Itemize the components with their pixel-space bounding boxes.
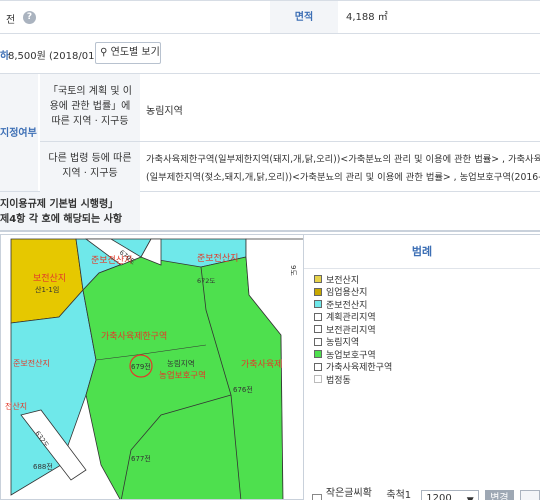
- label-nongrim: 농림지역: [167, 358, 195, 368]
- legend-item: 보전관리지역: [314, 323, 392, 336]
- label-livestock-right: 가축사육제: [241, 359, 282, 370]
- area-label: 면적: [270, 1, 338, 33]
- regulation-label-line1: 지이용규제 기본법 시행령」: [0, 199, 119, 210]
- legend-item: 농림지역: [314, 336, 392, 348]
- label-agri-zone: 농업보호구역: [159, 370, 206, 381]
- other-law-line1: 가축사육제한구역(일부제한지역(돼지,개,닭,오리))<가축분뇨의 관리 및 이…: [146, 154, 540, 165]
- map-controls: 작은글씨확대 축척1 / 1200 ▼ 변경: [312, 484, 540, 500]
- legend-item: 농업보호구역: [314, 348, 392, 361]
- legend-swatch: [314, 362, 322, 371]
- legend-swatch: [314, 287, 322, 296]
- year-view-label: 연도별 보기: [110, 47, 160, 58]
- national-law-label: 「국토의 계획 및 이용에 관한 법률」에 따른 지역 · 지구등: [48, 86, 132, 127]
- other-law-line2: (일부제한지역(젖소,돼지,개,닭,오리))<가축분뇨의 관리 및 이용에 관한…: [146, 172, 540, 183]
- land-price-value: 8,500원 (2018/01): [8, 51, 99, 62]
- search-icon: ⚲: [100, 47, 108, 58]
- zoning-row: 지정여부 「국토의 계획 및 이용에 관한 법률」에 따른 지역 · 지구등 농…: [0, 74, 540, 192]
- label-road2: 672도: [197, 277, 215, 285]
- legend-swatch: [314, 325, 322, 334]
- label-junbojeon-left: 준보전산지: [13, 358, 50, 368]
- label-parcel-688: 688전: [33, 462, 53, 471]
- year-view-button[interactable]: ⚲ 연도별 보기: [95, 42, 161, 64]
- legend-item: 계획관리지역: [314, 311, 392, 323]
- legend-panel: 범례 보전산지 임업용산지 준보전산지 계획관리지역 보전관리지역 농림지역 농…: [304, 234, 540, 500]
- label-parcel-676: 676전: [233, 385, 253, 394]
- label-bojeon: 보전산지: [33, 273, 66, 284]
- label-parcel-main: 679전: [131, 362, 151, 371]
- legend-title: 범례: [304, 235, 540, 269]
- zoning-side-label: 지정여부: [0, 128, 37, 139]
- more-button[interactable]: [520, 490, 540, 500]
- scale-value: 1200: [426, 493, 452, 500]
- legend-swatch: [314, 300, 322, 309]
- small-text-label: 작은글씨확대: [325, 488, 372, 499]
- label-road1: 9도: [289, 265, 297, 276]
- legend-item: 임업용산지: [314, 286, 392, 298]
- legend-swatch: [314, 312, 322, 321]
- legend-list: 보전산지 임업용산지 준보전산지 계획관리지역 보전관리지역 농림지역 농업보호…: [314, 273, 392, 386]
- land-use-map[interactable]: 보전산지 산1-1임 준보전산지 준보전산지 준보전산지 가축사육제한구역 가축…: [0, 234, 304, 500]
- national-law-label-cell: 「국토의 계획 및 이용에 관한 법률」에 따른 지역 · 지구등: [40, 74, 140, 142]
- label-jeonsan: 전산지: [5, 401, 27, 411]
- scale-change-button[interactable]: 변경: [484, 490, 515, 500]
- other-law-label-cell: 다른 법령 등에 따른 지역 · 지구등: [40, 142, 140, 192]
- other-law-label: 다른 법령 등에 따른 지역 · 지구등: [48, 153, 132, 179]
- area-value: 4,188 ㎡: [346, 12, 388, 23]
- legend-item: 가축사육제한구역: [314, 361, 392, 373]
- legend-swatch: [314, 275, 322, 284]
- label-livestock-center: 가축사육제한구역: [101, 331, 167, 342]
- legend-swatch: [314, 337, 322, 346]
- price-row: 하 8,500원 (2018/01) ⚲ 연도별 보기: [0, 34, 540, 74]
- scale-select[interactable]: 1200 ▼: [421, 490, 479, 500]
- legend-item: 준보전산지: [314, 298, 392, 311]
- legend-swatch: [314, 375, 322, 384]
- scale-label: 축척1 /: [386, 490, 412, 500]
- land-category-cell: 전 ?: [0, 1, 270, 33]
- label-junbojeon-top2: 준보전산지: [197, 253, 238, 264]
- legend-item: 법정동: [314, 373, 392, 386]
- chevron-down-icon: ▼: [467, 493, 474, 500]
- regulation-label-line2: 제4항 각 호에 해당되는 사항: [0, 214, 123, 225]
- small-text-checkbox[interactable]: [312, 494, 322, 500]
- map-canvas: 보전산지 산1-1임 준보전산지 준보전산지 준보전산지 가축사육제한구역 가축…: [1, 235, 303, 499]
- info-row-area: 전 ? 면적 4,188 ㎡: [0, 0, 540, 34]
- regulation-label-cell: 지이용규제 기본법 시행령」 제4항 각 호에 해당되는 사항: [0, 192, 140, 230]
- legend-item: 보전산지: [314, 273, 392, 286]
- label-parcel-san: 산1-1임: [35, 285, 59, 294]
- help-icon[interactable]: ?: [23, 11, 36, 24]
- label-parcel-677: 677전: [131, 454, 151, 463]
- land-category-value: 전: [6, 15, 16, 26]
- legend-swatch: [314, 350, 322, 359]
- national-law-value: 농림지역: [146, 106, 183, 117]
- regulation-row: 지이용규제 기본법 시행령」 제4항 각 호에 해당되는 사항: [0, 192, 540, 232]
